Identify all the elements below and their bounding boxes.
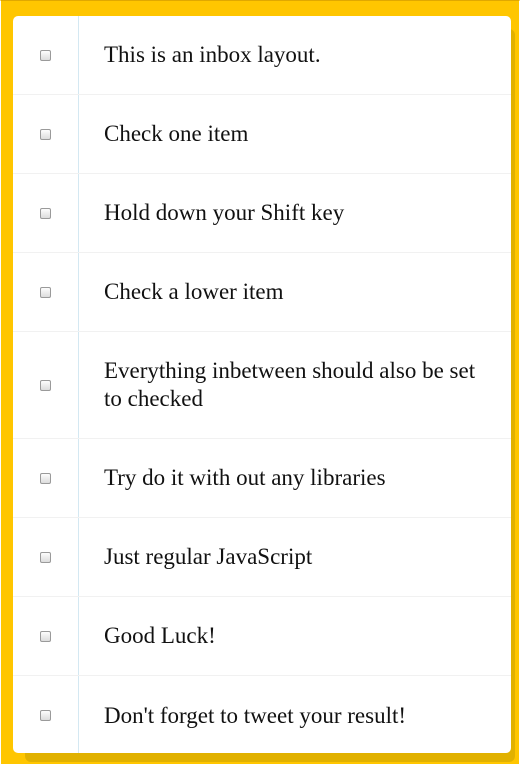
item-label: Hold down your Shift key [104,200,345,225]
list-item[interactable]: Hold down your Shift key [13,174,511,253]
checkbox-cell [13,379,78,391]
checkbox-cell [13,49,78,61]
inbox-list: This is an inbox layout. Check one item … [13,16,511,753]
checkbox-cell [13,128,78,140]
list-item[interactable]: Try do it with out any libraries [13,439,511,518]
checkbox-cell [13,630,78,642]
item-checkbox[interactable] [40,472,51,484]
item-checkbox[interactable] [40,379,51,391]
item-label: Everything inbetween should also be set … [104,358,476,411]
page-background: This is an inbox layout. Check one item … [0,0,520,765]
list-item[interactable]: Check a lower item [13,253,511,332]
item-label: Just regular JavaScript [104,544,313,569]
item-label: Try do it with out any libraries [104,465,386,490]
item-label: Check a lower item [104,279,284,304]
item-label: Check one item [104,121,249,146]
list-item[interactable]: Just regular JavaScript [13,518,511,597]
item-checkbox[interactable] [40,207,51,219]
list-item[interactable]: Everything inbetween should also be set … [13,332,511,439]
checkbox-cell [13,286,78,298]
item-checkbox[interactable] [40,710,51,721]
checkbox-cell [13,551,78,563]
item-label: This is an inbox layout. [104,42,321,67]
list-item[interactable]: Good Luck! [13,597,511,676]
list-item[interactable]: Check one item [13,95,511,174]
item-label: Good Luck! [104,623,216,648]
checkbox-cell [13,207,78,219]
checkbox-cell [13,472,78,484]
checkbox-cell [13,710,78,721]
list-item[interactable]: Don't forget to tweet your result! [13,676,511,753]
item-checkbox[interactable] [40,630,51,642]
item-checkbox[interactable] [40,551,51,563]
item-label: Don't forget to tweet your result! [104,702,407,728]
item-checkbox[interactable] [40,128,51,140]
item-checkbox[interactable] [40,49,51,61]
item-checkbox[interactable] [40,286,51,298]
list-item[interactable]: This is an inbox layout. [13,16,511,95]
